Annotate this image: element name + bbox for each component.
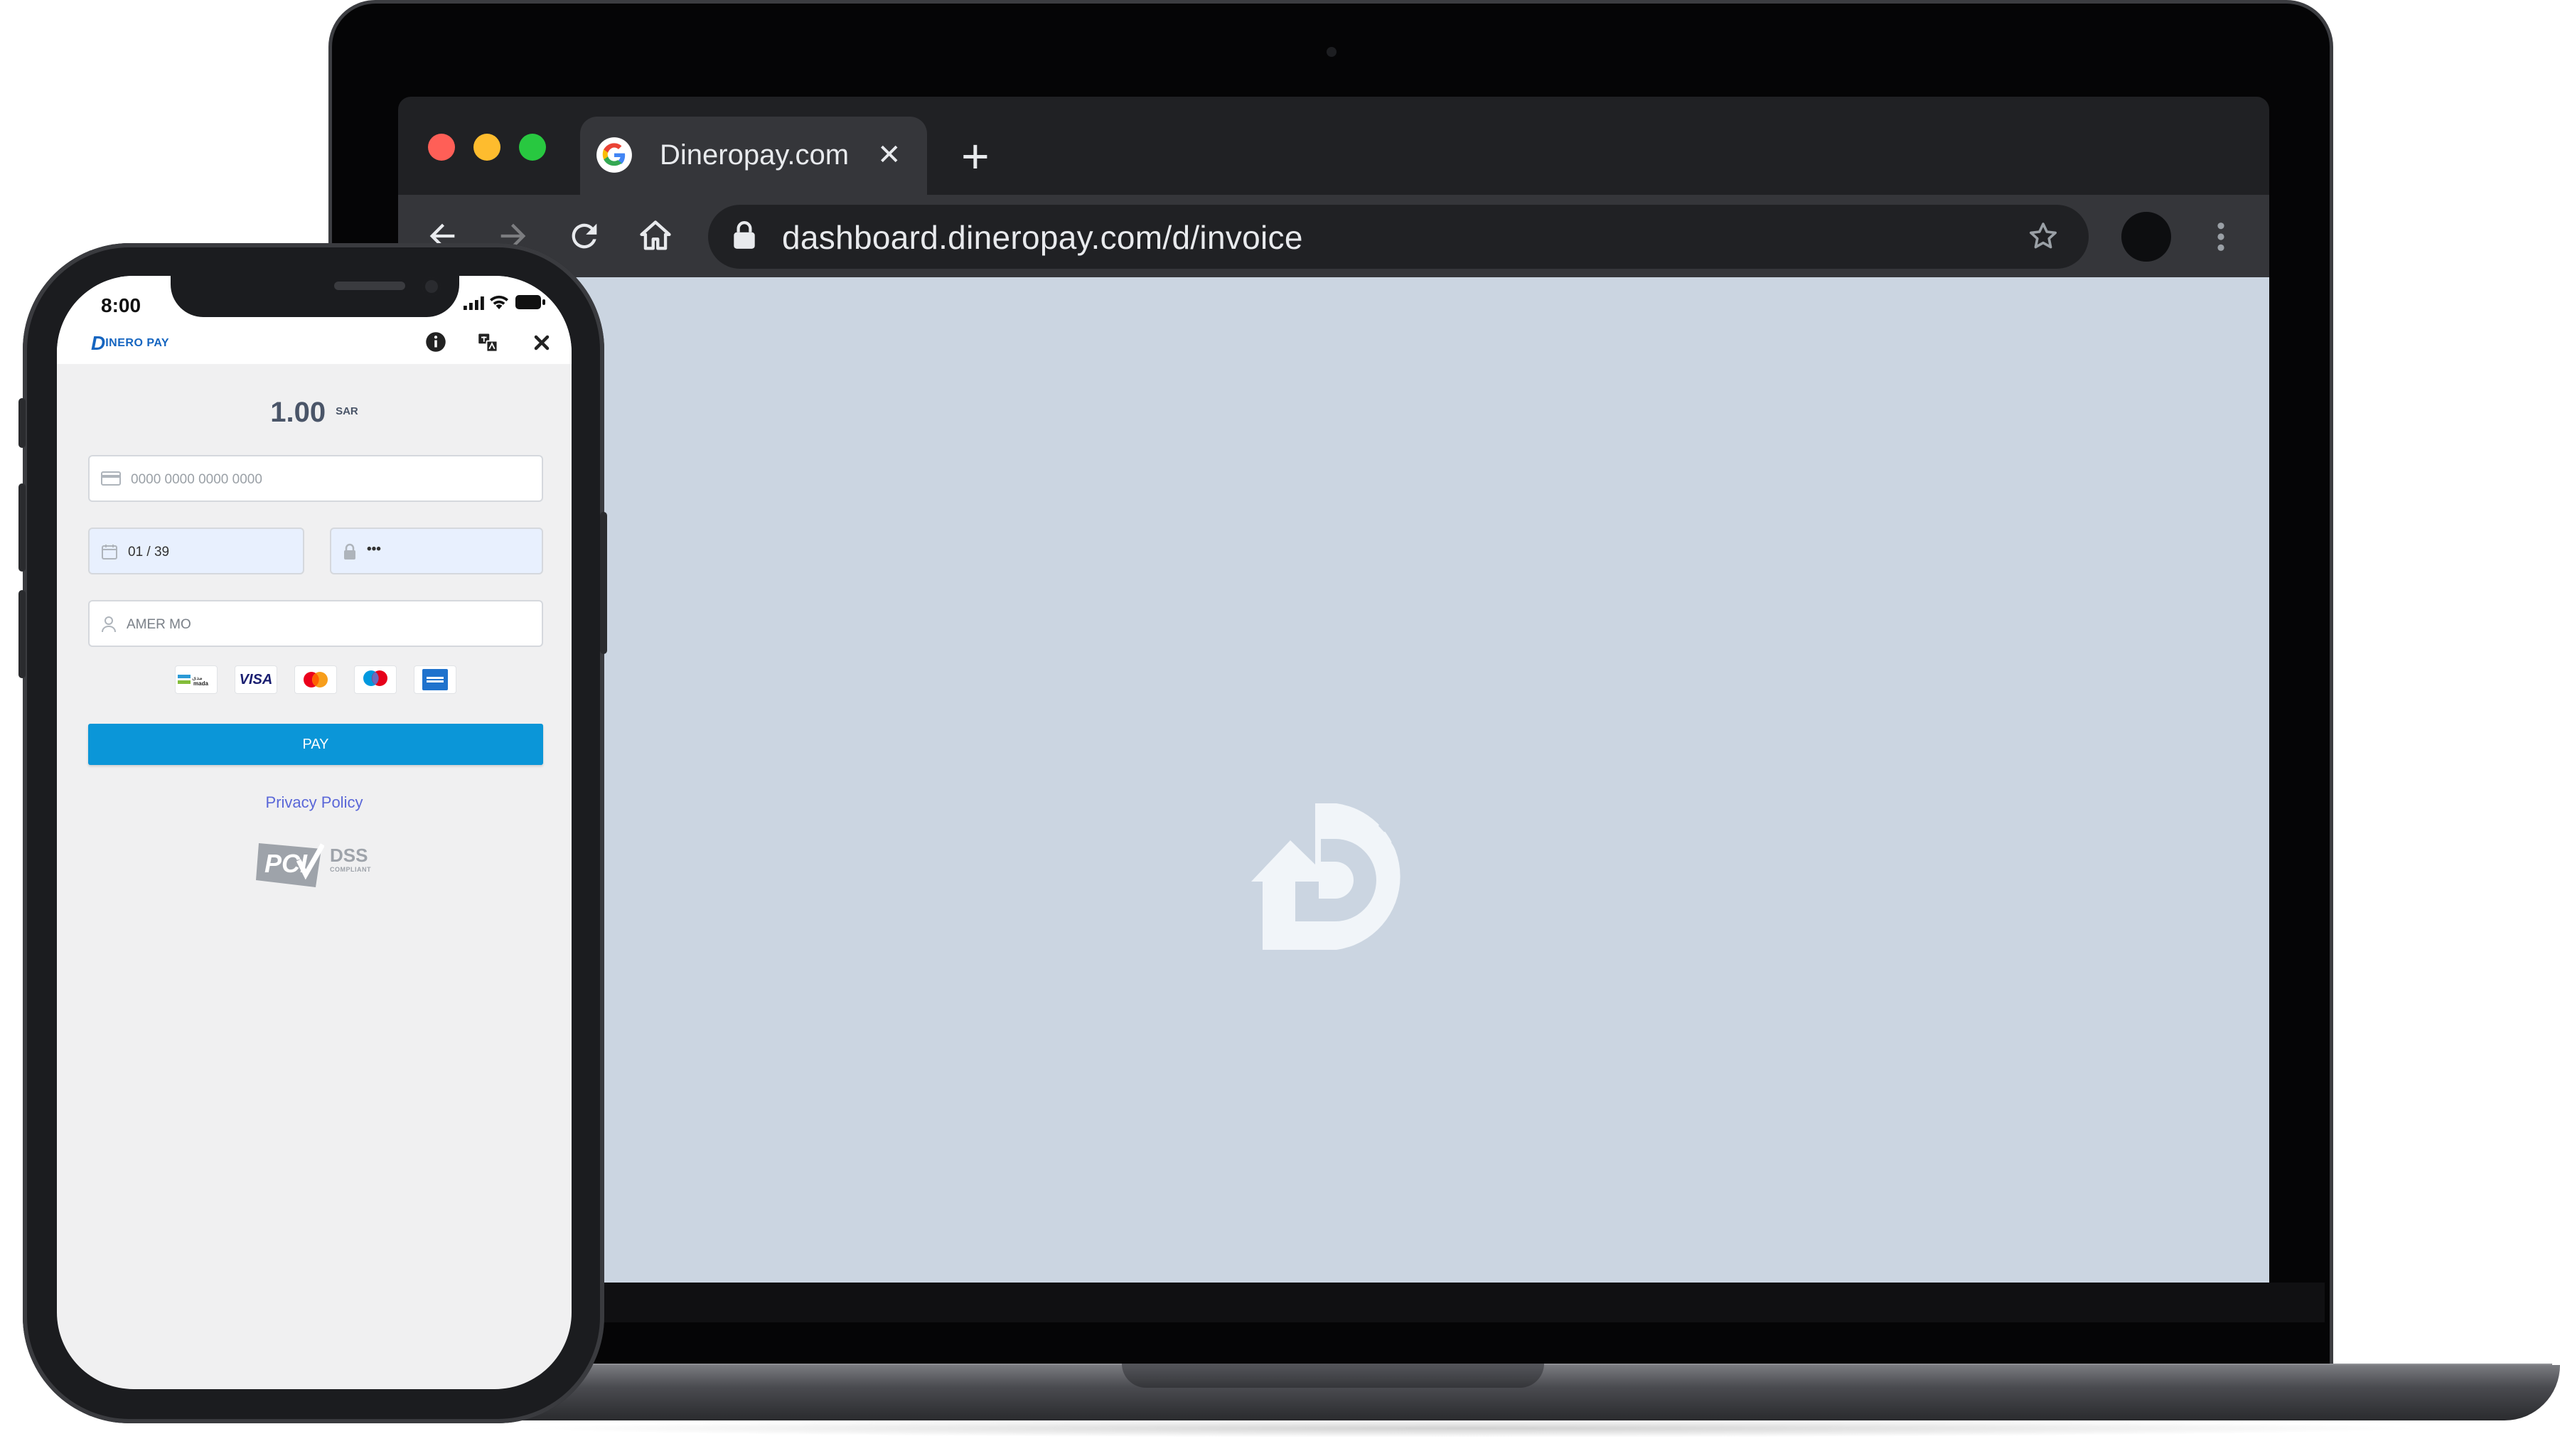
maestro-logo (354, 665, 397, 694)
google-favicon-icon (596, 136, 633, 173)
tab-title: Dineropay.com (660, 139, 850, 171)
calendar-icon (101, 543, 118, 564)
card-logos-row: مدى mada VISA (175, 665, 456, 695)
logo-letter: D (91, 332, 106, 354)
expiry-value: 01 / 39 (128, 545, 170, 560)
lock-icon (732, 220, 756, 254)
pay-button[interactable]: PAY (88, 724, 543, 765)
phone-power-button (600, 512, 607, 654)
logo-text: INERO PAY (105, 337, 170, 349)
visa-text: VISA (239, 671, 273, 687)
signal-icon (464, 296, 485, 314)
cvv-field[interactable]: ••• (330, 528, 543, 574)
close-icon[interactable] (533, 334, 550, 355)
language-translate-icon[interactable] (478, 333, 499, 356)
mastercard-logo (294, 665, 337, 694)
expiry-field[interactable]: 01 / 39 (88, 528, 304, 574)
laptop-hinge-notch (1122, 1364, 1544, 1388)
phone-notch (171, 276, 459, 317)
card-number-field[interactable]: 0000 0000 0000 0000 (88, 455, 543, 502)
amount-value: 1.00 (270, 397, 326, 428)
phone-front-camera (422, 277, 441, 296)
user-icon (101, 616, 117, 636)
compliant-text: COMPLIANT (330, 866, 371, 873)
visa-logo: VISA (235, 665, 277, 694)
dineropay-logo-icon (1251, 802, 1423, 955)
lock-icon (343, 543, 357, 564)
new-tab-button[interactable]: + (961, 128, 990, 185)
info-icon[interactable] (425, 331, 446, 356)
wifi-icon (489, 294, 509, 314)
cvv-value: ••• (367, 542, 381, 557)
amex-logo (414, 665, 456, 694)
close-tab-icon[interactable]: ✕ (877, 135, 901, 175)
pci-dss-badge: PCI DSS COMPLIANT (256, 839, 384, 890)
window-maximize-button[interactable] (519, 134, 546, 161)
cardholder-name-value: AMER MO (127, 617, 191, 632)
currency-label: SAR (336, 405, 358, 417)
laptop-shadow (512, 1419, 2431, 1438)
dss-text: DSS (330, 845, 368, 866)
pci-text: PCI (264, 849, 308, 878)
browser-window: Dineropay.com ✕ + dashboard.dineropay.co… (398, 97, 2269, 1283)
credit-card-icon (101, 471, 121, 490)
laptop-chin (384, 1283, 2325, 1322)
amount-display: 1.00 SAR (57, 397, 572, 429)
more-menu-icon[interactable] (2215, 220, 2227, 257)
url-text[interactable]: dashboard.dineropay.com/d/invoice (782, 218, 1303, 257)
phone-mute-switch (18, 398, 26, 448)
home-icon[interactable] (637, 218, 674, 258)
browser-tab[interactable]: Dineropay.com ✕ (580, 117, 927, 195)
profile-avatar[interactable] (2121, 212, 2171, 262)
phone-volume-up (18, 483, 26, 572)
cardholder-name-field[interactable]: AMER MO (88, 600, 543, 647)
window-minimize-button[interactable] (473, 134, 500, 161)
status-time: 8:00 (101, 294, 141, 316)
reload-icon[interactable] (566, 218, 603, 258)
privacy-row: Privacy Policy (57, 793, 572, 812)
phone-screen: 8:00 D INERO PAY 1.00 SAR 0000 0000 0000… (57, 276, 572, 1389)
dinero-pay-logo: D INERO PAY (91, 332, 170, 354)
phone-speaker (334, 282, 405, 290)
laptop-camera (1327, 47, 1337, 57)
mada-logo: مدى mada (175, 665, 218, 694)
page-viewport (398, 277, 2269, 1283)
privacy-policy-link[interactable]: Privacy Policy (266, 793, 363, 811)
star-icon[interactable] (2026, 219, 2060, 257)
window-close-button[interactable] (428, 134, 455, 161)
battery-icon (515, 294, 546, 314)
mada-text: mada (193, 680, 208, 687)
phone-volume-down (18, 590, 26, 678)
card-number-placeholder: 0000 0000 0000 0000 (131, 472, 262, 487)
